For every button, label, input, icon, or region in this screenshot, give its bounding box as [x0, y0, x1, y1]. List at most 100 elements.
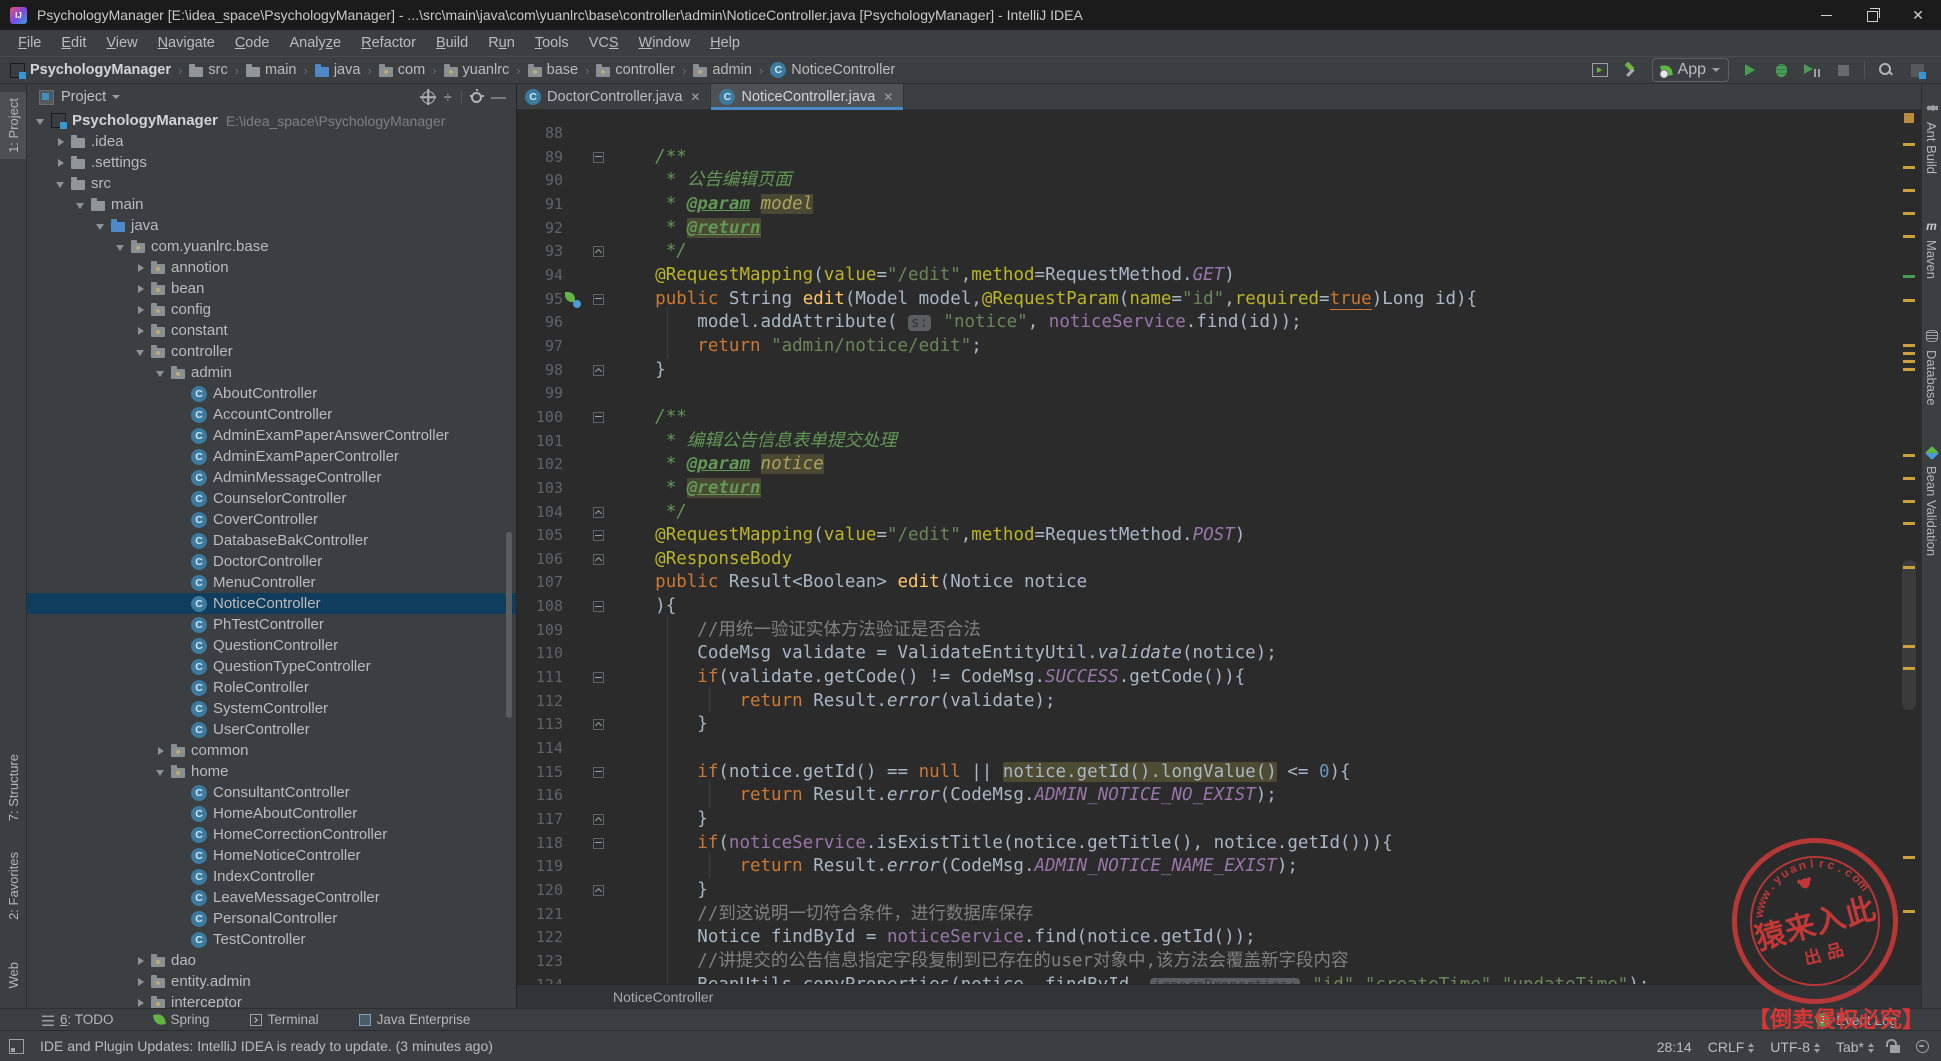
- tool-window-button-todo[interactable]: 6: TODO: [42, 1012, 114, 1027]
- menu-item-refactor[interactable]: Refactor: [351, 35, 426, 51]
- tree-item-config[interactable]: config: [27, 299, 516, 320]
- tree-arrow-open-icon[interactable]: [75, 199, 87, 211]
- tree-item-AdminExamPaperController[interactable]: AdminExamPaperController: [27, 446, 516, 467]
- tree-item-HomeNoticeController[interactable]: HomeNoticeController: [27, 845, 516, 866]
- breadcrumb-item-main[interactable]: ›main: [228, 62, 297, 78]
- spring-bean-gutter-icon[interactable]: [565, 292, 581, 308]
- editor-tab-DoctorController.java[interactable]: DoctorController.java✕: [517, 84, 711, 109]
- caret-position[interactable]: 28:14: [1657, 1039, 1692, 1055]
- run-button[interactable]: [1740, 60, 1760, 80]
- tree-item-CounselorController[interactable]: CounselorController: [27, 488, 516, 509]
- tree-item-CoverController[interactable]: CoverController: [27, 509, 516, 530]
- tree-item-AccountController[interactable]: AccountController: [27, 404, 516, 425]
- debug-button[interactable]: [1771, 60, 1791, 80]
- tree-arrow-closed-icon[interactable]: [55, 157, 67, 169]
- editor-breadcrumb-item[interactable]: NoticeController: [613, 989, 713, 1005]
- tool-window-button-terminal[interactable]: Terminal: [250, 1012, 319, 1027]
- breadcrumb-item-src[interactable]: ›src: [171, 62, 228, 78]
- tool-stripe-project[interactable]: 1: Project: [0, 92, 26, 159]
- error-stripe-yellow-mark[interactable]: [1903, 566, 1915, 569]
- tree-arrow-closed-icon[interactable]: [135, 976, 147, 988]
- close-button[interactable]: ✕: [1895, 0, 1941, 30]
- tool-window-button-javaenterprise[interactable]: Java Enterprise: [359, 1012, 471, 1027]
- menu-item-run[interactable]: Run: [478, 35, 525, 51]
- tree-arrow-closed-icon[interactable]: [135, 262, 147, 274]
- fold-open-marker[interactable]: [593, 601, 604, 612]
- tree-arrow-closed-icon[interactable]: [135, 283, 147, 295]
- tool-stripe-beanvalidation[interactable]: Bean Validation: [1922, 442, 1941, 562]
- error-stripe-yellow-mark[interactable]: [1903, 344, 1915, 347]
- tree-item-AdminExamPaperAnswerController[interactable]: AdminExamPaperAnswerController: [27, 425, 516, 446]
- error-stripe-yellow-mark[interactable]: [1903, 189, 1915, 192]
- tree-item-com.yuanlrc.base[interactable]: com.yuanlrc.base: [27, 236, 516, 257]
- error-stripe-yellow-mark[interactable]: [1903, 235, 1915, 238]
- tree-item-MenuController[interactable]: MenuController: [27, 572, 516, 593]
- tree-item-AdminMessageController[interactable]: AdminMessageController: [27, 467, 516, 488]
- error-stripe-yellow-mark[interactable]: [1903, 352, 1915, 355]
- code-editor[interactable]: 8889 /**90 * 公告编辑页面91 * @param model92 *…: [517, 110, 1899, 984]
- fold-open-marker[interactable]: [593, 838, 604, 849]
- tree-item-AboutController[interactable]: AboutController: [27, 383, 516, 404]
- error-stripe-yellow-mark[interactable]: [1903, 143, 1915, 146]
- tree-arrow-open-icon[interactable]: [135, 346, 147, 358]
- menu-item-build[interactable]: Build: [426, 35, 478, 51]
- tree-item-entity.admin[interactable]: entity.admin: [27, 971, 516, 992]
- breadcrumb-item-PsychologyManager[interactable]: PsychologyManager: [10, 62, 171, 78]
- error-stripe-yellow-mark[interactable]: [1903, 910, 1915, 913]
- tree-item-annotion[interactable]: annotion: [27, 257, 516, 278]
- build-button[interactable]: [1621, 60, 1641, 80]
- status-message[interactable]: IDE and Plugin Updates: IntelliJ IDEA is…: [40, 1038, 493, 1054]
- tool-stripe-database[interactable]: Database: [1922, 324, 1941, 412]
- tree-item-controller[interactable]: controller: [27, 341, 516, 362]
- tool-stripe-favorites[interactable]: 2: Favorites: [0, 846, 26, 926]
- error-stripe-yellow-mark[interactable]: [1903, 166, 1915, 169]
- error-stripe-yellow-mark[interactable]: [1903, 299, 1915, 302]
- tree-item-QuestionController[interactable]: QuestionController: [27, 635, 516, 656]
- tree-arrow-closed-icon[interactable]: [135, 304, 147, 316]
- breadcrumb-item-java[interactable]: ›java: [296, 62, 360, 78]
- error-stripe-yellow-mark[interactable]: [1903, 212, 1915, 215]
- tree-item-home[interactable]: home: [27, 761, 516, 782]
- minimize-button[interactable]: [1803, 0, 1849, 30]
- tree-item-DatabaseBakController[interactable]: DatabaseBakController: [27, 530, 516, 551]
- breadcrumb-item-NoticeController[interactable]: ›NoticeController: [752, 62, 895, 78]
- fold-open-marker[interactable]: [593, 152, 604, 163]
- menu-item-view[interactable]: View: [96, 35, 147, 51]
- error-stripe-yellow-mark[interactable]: [1903, 645, 1915, 648]
- error-stripe-yellow-mark[interactable]: [1903, 360, 1915, 363]
- breadcrumb-item-com[interactable]: ›com: [360, 62, 425, 78]
- tree-item-UserController[interactable]: UserController: [27, 719, 516, 740]
- tool-window-toggle-icon[interactable]: [9, 1039, 24, 1054]
- indent-indicator[interactable]: Tab*: [1836, 1039, 1874, 1055]
- tree-item-TestController[interactable]: TestController: [27, 929, 516, 950]
- error-stripe-yellow-mark[interactable]: [1903, 477, 1915, 480]
- tree-item-admin[interactable]: admin: [27, 362, 516, 383]
- tree-item-.idea[interactable]: .idea: [27, 131, 516, 152]
- fold-open-marker[interactable]: [593, 767, 604, 778]
- tree-arrow-open-icon[interactable]: [115, 241, 127, 253]
- search-everywhere-button[interactable]: [1876, 60, 1896, 80]
- gear-icon[interactable]: [471, 92, 482, 103]
- tree-arrow-closed-icon[interactable]: [155, 745, 167, 757]
- tree-item-LeaveMessageController[interactable]: LeaveMessageController: [27, 887, 516, 908]
- tree-item-ConsultantController[interactable]: ConsultantController: [27, 782, 516, 803]
- tree-item-PersonalController[interactable]: PersonalController: [27, 908, 516, 929]
- fold-open-marker[interactable]: [593, 672, 604, 683]
- tree-item-SystemController[interactable]: SystemController: [27, 698, 516, 719]
- tree-item-QuestionTypeController[interactable]: QuestionTypeController: [27, 656, 516, 677]
- breadcrumb-item-admin[interactable]: ›admin: [675, 62, 752, 78]
- fold-close-marker[interactable]: [593, 814, 604, 825]
- error-stripe-yellow-mark[interactable]: [1903, 454, 1915, 457]
- error-stripe-yellow-mark[interactable]: [1903, 522, 1915, 525]
- tree-item-PhTestController[interactable]: PhTestController: [27, 614, 516, 635]
- error-stripe-warning-square[interactable]: [1904, 113, 1914, 123]
- line-separator-indicator[interactable]: CRLF: [1708, 1039, 1755, 1055]
- breadcrumb-item-yuanlrc[interactable]: ›yuanlrc: [425, 62, 509, 78]
- error-stripe-yellow-mark[interactable]: [1903, 500, 1915, 503]
- unlock-icon[interactable]: [1890, 1045, 1900, 1053]
- fold-close-marker[interactable]: [593, 554, 604, 565]
- tree-arrow-closed-icon[interactable]: [135, 325, 147, 337]
- menu-item-analyze[interactable]: Analyze: [280, 35, 352, 51]
- tree-arrow-open-icon[interactable]: [95, 220, 107, 232]
- tool-stripe-structure[interactable]: 7: Structure: [0, 748, 26, 827]
